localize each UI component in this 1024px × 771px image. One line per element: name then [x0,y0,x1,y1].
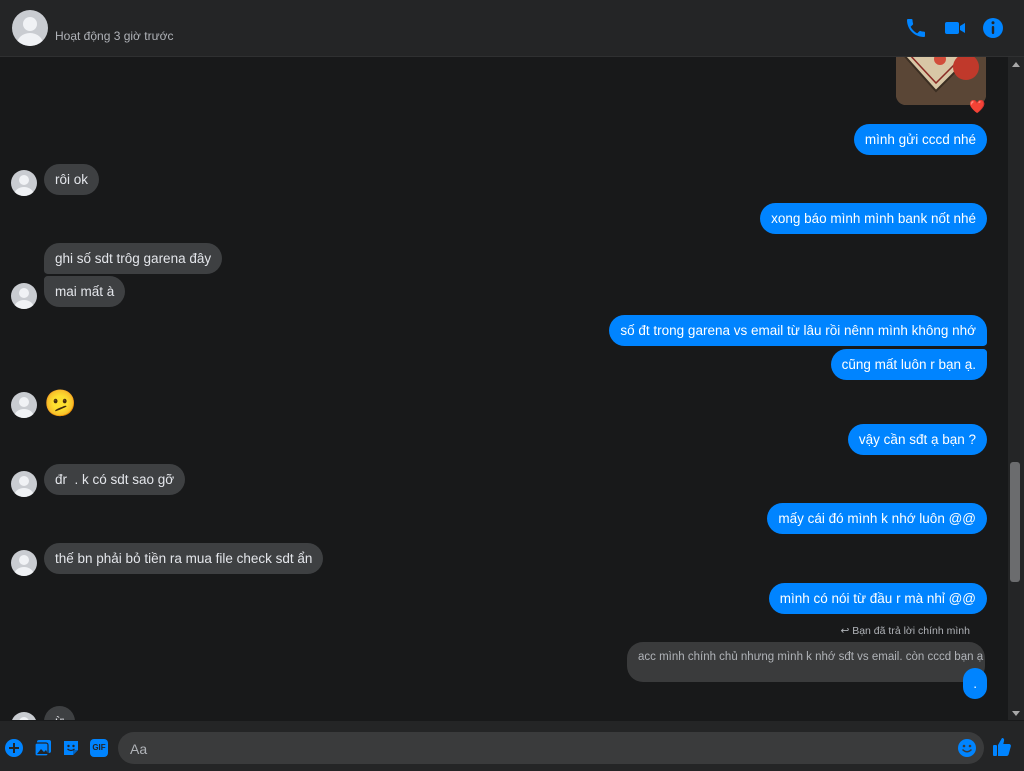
contact-avatar-small[interactable] [11,392,37,418]
sticker-icon[interactable] [62,739,80,757]
avatar-head [19,555,29,565]
photo-content [896,57,986,105]
quoted-text: acc mình chính chủ nhưng mình k nhớ sđt … [638,651,984,663]
emoji-message[interactable]: 🫤 [44,388,76,418]
outgoing-message[interactable]: mấy cái đó mình k nhớ luôn @@ [767,503,987,534]
incoming-message[interactable]: thế bn phải bỏ tiền ra mua file check sd… [44,543,324,574]
outgoing-message[interactable]: vậy cần sđt ạ bạn ? [847,424,987,455]
avatar-head [19,288,29,298]
reply-indicator: ↩ Bạn đã trả lời chính mình [840,625,970,637]
incoming-message[interactable]: rôi ok [44,164,100,195]
incoming-message[interactable]: ghi số sdt trôg garena đây [44,243,223,274]
image-icon[interactable] [34,739,52,757]
avatar-head [19,717,29,720]
incoming-message-partial[interactable]: ừ [44,706,76,720]
avatar-head [19,476,29,486]
shared-photo[interactable] [896,57,986,105]
emoji-icon[interactable] [958,739,976,757]
contact-avatar-small[interactable] [11,471,37,497]
avatar-head [19,175,29,185]
scroll-up-arrow[interactable] [1012,62,1020,67]
quoted-message[interactable]: acc mình chính chủ nhưng mình k nhớ sđt … [627,642,985,682]
message-input[interactable] [128,732,952,766]
avatar-body [17,33,43,46]
heart-reaction[interactable]: ❤️ [969,99,985,115]
phone-icon[interactable] [904,16,928,40]
outgoing-message[interactable]: xong báo mình mình bank nốt nhé [760,203,987,234]
video-camera-icon[interactable] [943,16,967,40]
plus-icon[interactable] [5,739,23,757]
chat-header: Hoạt động 3 giờ trước [0,0,1024,57]
incoming-message[interactable]: mai mất à [44,276,126,307]
gif-icon[interactable]: GIF [90,739,108,757]
avatar-head [19,397,29,407]
outgoing-message[interactable]: mình có nói từ đầu r mà nhỉ @@ [768,583,987,614]
info-icon[interactable] [981,16,1005,40]
avatar-body [14,488,34,497]
reply-arrow-icon: ↩ [840,625,853,637]
message-input-container[interactable] [118,732,984,766]
avatar-body [14,300,34,309]
scrollbar-track[interactable] [1008,57,1024,720]
incoming-message[interactable]: đr . k có sdt sao gỡ [44,464,186,495]
scroll-down-arrow[interactable] [1012,711,1020,716]
reply-note-text: Bạn đã trả lời chính mình [852,625,970,637]
contact-avatar-small[interactable] [11,283,37,309]
contact-avatar-small[interactable] [11,550,37,576]
contact-avatar-small[interactable] [11,170,37,196]
message-list[interactable]: ❤️ mình gửi cccd nhé rôi ok xong báo mìn… [0,57,1008,720]
contact-avatar-small[interactable] [11,712,37,720]
outgoing-message[interactable]: số đt trong garena vs email từ lâu rồi n… [609,315,987,346]
like-icon[interactable] [992,737,1012,757]
avatar-body [14,567,34,576]
avatar-head [23,17,37,31]
avatar-body [14,187,34,196]
avatar-body [14,409,34,418]
active-status: Hoạt động 3 giờ trước [55,29,174,43]
contact-avatar[interactable] [12,10,48,46]
outgoing-message[interactable]: cũng mất luôn r bạn ạ. [830,349,987,380]
outgoing-message[interactable]: mình gửi cccd nhé [853,124,987,155]
outgoing-message[interactable]: . [963,668,987,699]
scrollbar-thumb[interactable] [1010,462,1020,582]
